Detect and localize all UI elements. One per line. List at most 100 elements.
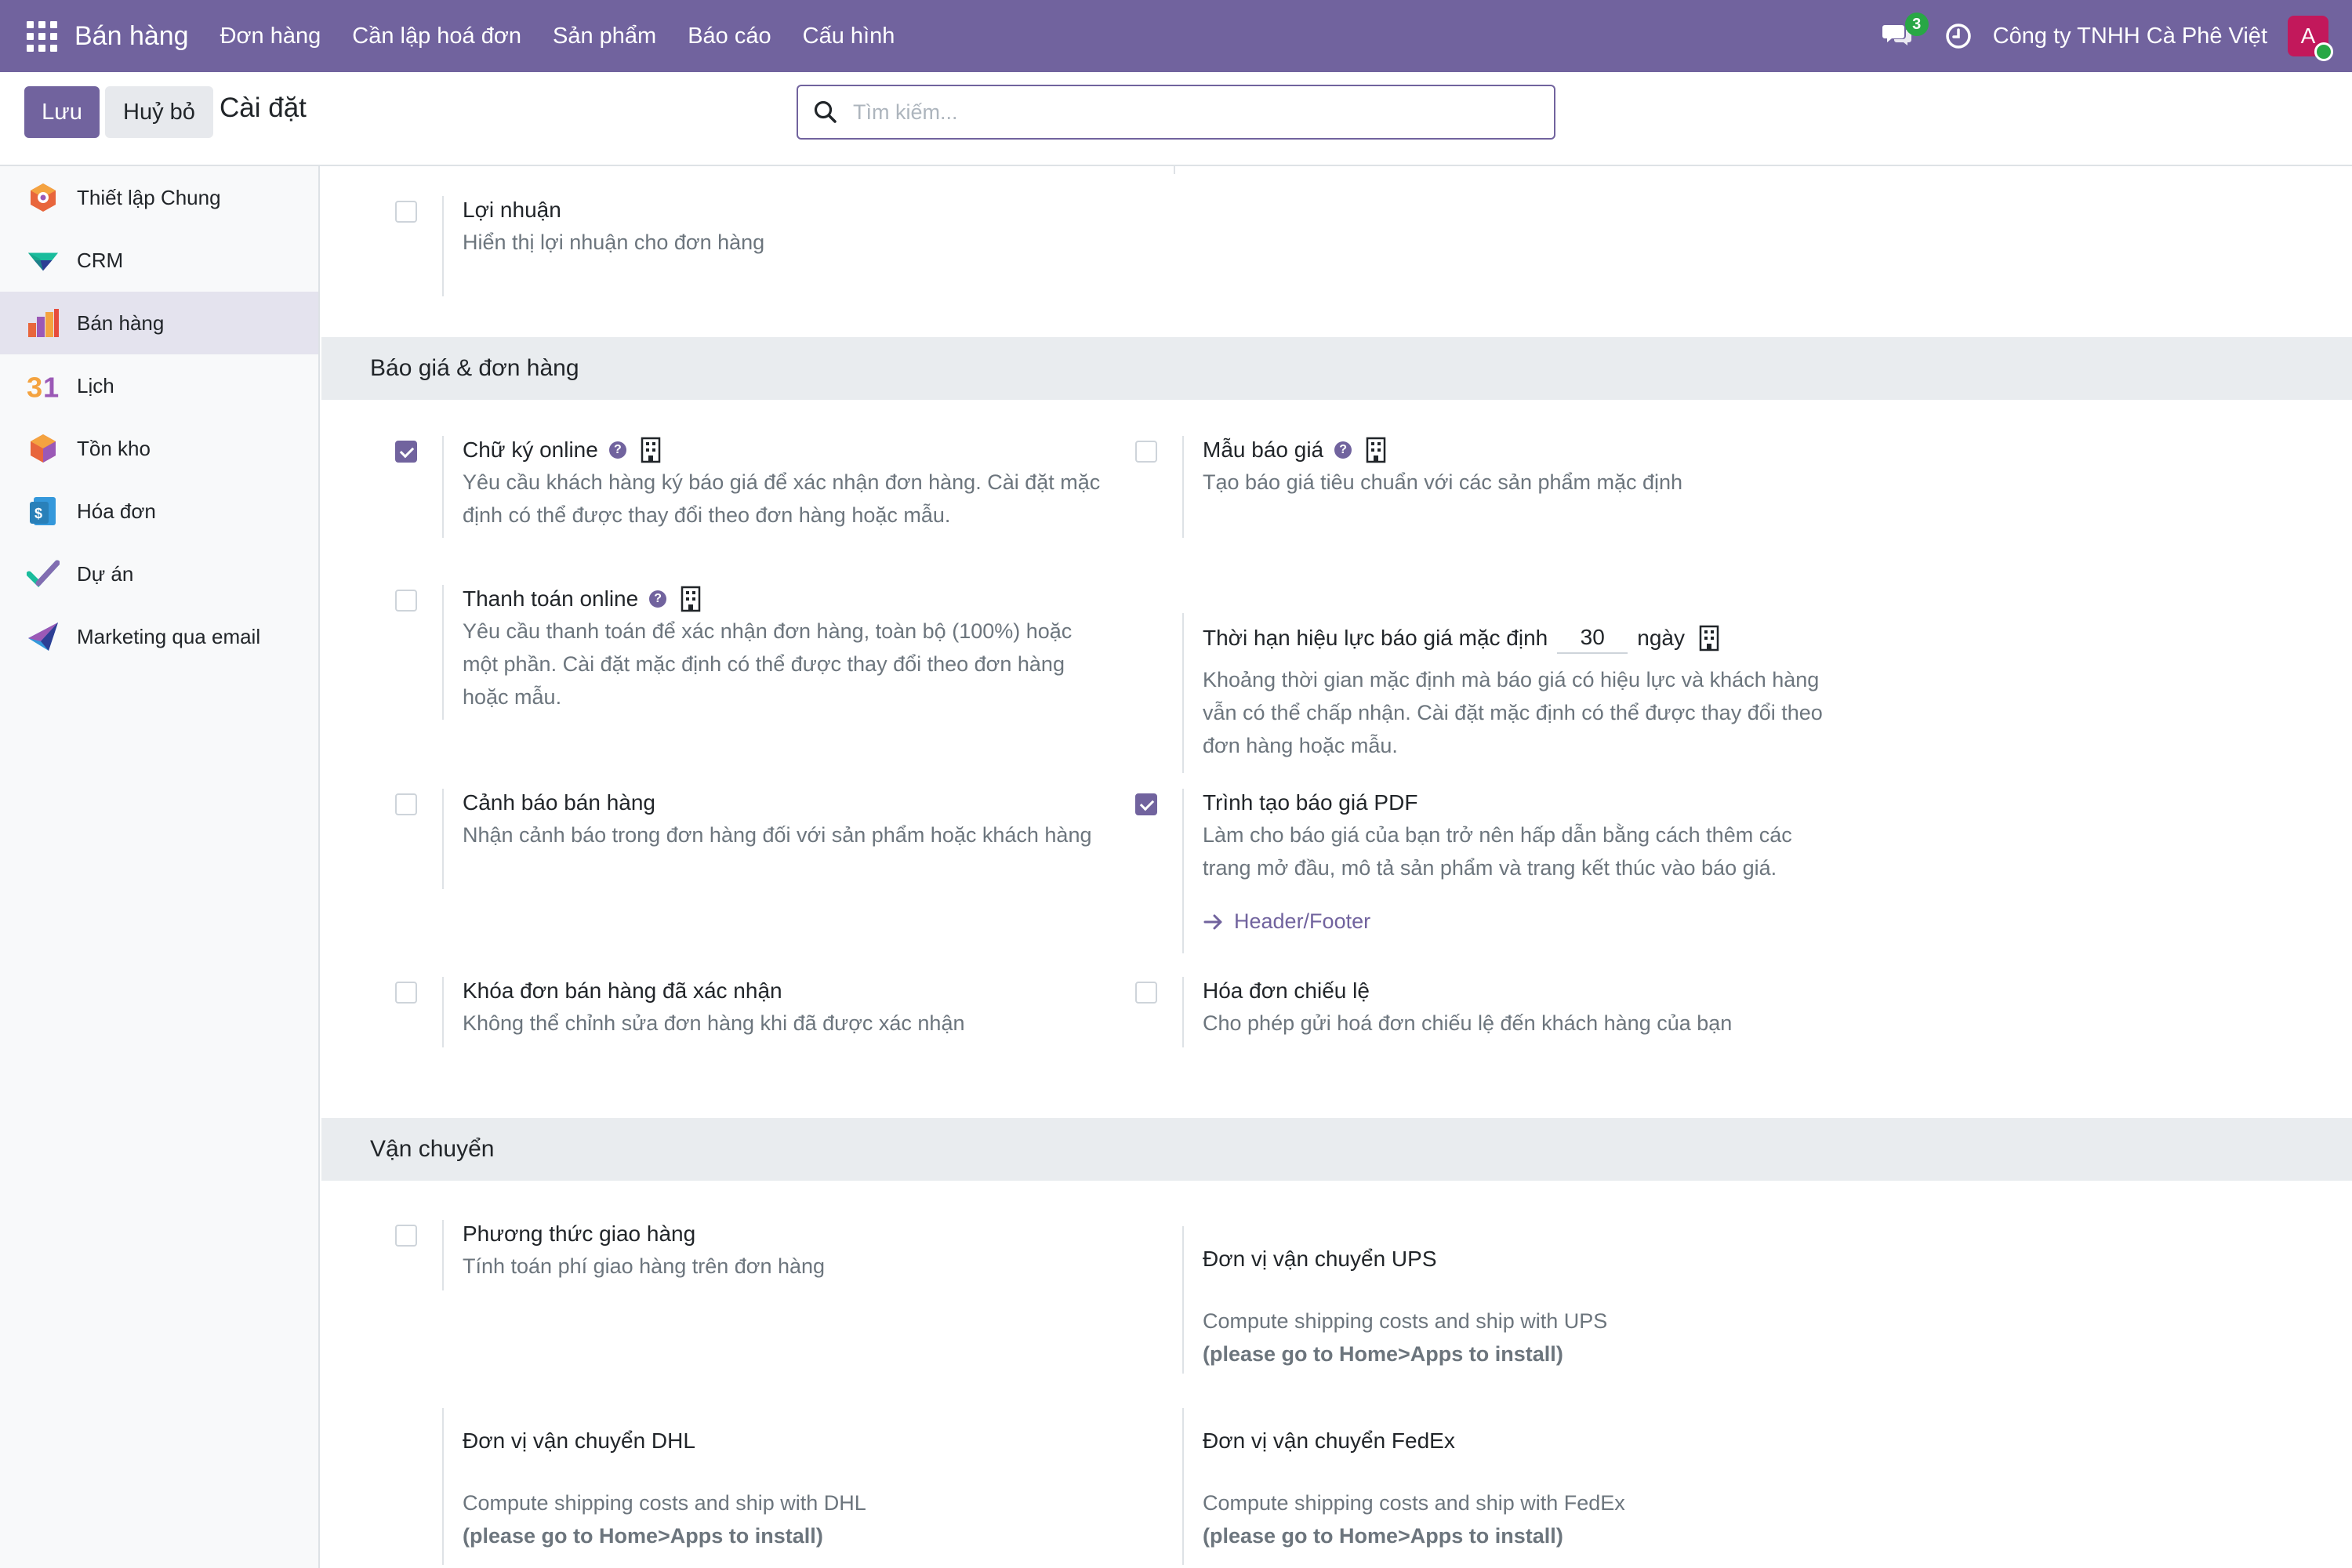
svg-text:$: $ (34, 506, 42, 521)
messages-icon[interactable]: 3 (1882, 13, 1929, 52)
sale-warnings-checkbox[interactable] (395, 793, 417, 815)
menu-products[interactable]: Sản phẩm (537, 24, 672, 49)
setting-description: Làm cho báo giá của bạn trở nên hấp dẫn … (1203, 823, 1792, 880)
arrow-right-icon (1203, 914, 1222, 929)
sidebar-item-sales[interactable]: Bán hàng (0, 292, 318, 354)
general-settings-icon (27, 181, 60, 214)
control-panel: Lưu Huỷ bỏ Cài đặt (0, 72, 2352, 166)
menu-orders[interactable]: Đơn hàng (205, 24, 337, 49)
setting-title: Hóa đơn chiếu lệ (1203, 978, 1370, 1003)
company-switcher[interactable]: Công ty TNHH Cà Phê Việt (1993, 24, 2267, 49)
inventory-icon (27, 432, 60, 465)
app-name[interactable]: Bán hàng (74, 21, 189, 52)
email-marketing-icon (27, 620, 60, 653)
sidebar-item-crm[interactable]: CRM (0, 229, 318, 292)
search-box[interactable] (797, 85, 1555, 140)
lock-orders-checkbox[interactable] (395, 982, 417, 1004)
setting-description: Tính toán phí giao hàng trên đơn hàng (463, 1254, 826, 1278)
settings-content: Lợi nhuận Hiển thị lợi nhuận cho đơn hàn… (321, 166, 2352, 1568)
user-avatar[interactable]: A (2288, 16, 2333, 61)
section-header-quotations: Báo giá & đơn hàng (321, 337, 2352, 400)
delivery-methods-checkbox[interactable] (395, 1225, 417, 1247)
setting-divider (1182, 1226, 1184, 1374)
setting-divider (1182, 789, 1184, 953)
header-footer-link[interactable]: Header/Footer (1203, 909, 1846, 934)
setting-title: Trình tạo báo giá PDF (1203, 790, 1418, 815)
help-icon[interactable]: ? (608, 441, 626, 459)
install-hint: (please go to Home>Apps to install) (463, 1524, 823, 1548)
company-building-icon (641, 437, 661, 463)
sidebar-item-label: Thiết lập Chung (77, 185, 221, 209)
sidebar-item-label: Lịch (77, 373, 114, 397)
sidebar-item-label: Tồn kho (77, 436, 151, 460)
pdf-quote-builder-checkbox[interactable] (1135, 793, 1157, 815)
svg-text:1: 1 (43, 371, 59, 401)
setting-divider (442, 977, 444, 1047)
setting-divider (1182, 613, 1184, 773)
proforma-checkbox[interactable] (1135, 982, 1157, 1004)
setting-divider (442, 585, 444, 720)
menu-configuration[interactable]: Cấu hình (787, 24, 911, 49)
sales-icon (27, 307, 60, 339)
online-status-dot (2314, 42, 2333, 61)
setting-divider (442, 1408, 444, 1565)
app-grid-icon[interactable] (26, 20, 57, 52)
activity-clock-icon[interactable] (1944, 22, 1973, 50)
sidebar-item-invoicing[interactable]: $ Hóa đơn (0, 480, 318, 543)
margins-checkbox[interactable] (395, 201, 417, 223)
sidebar-item-email-marketing[interactable]: Marketing qua email (0, 605, 318, 668)
sidebar-item-label: Dự án (77, 561, 134, 586)
setting-description: Compute shipping costs and ship with UPS (1203, 1309, 1608, 1333)
setting-title: Cảnh báo bán hàng (463, 790, 655, 815)
validity-days-input[interactable]: 30 (1557, 622, 1628, 654)
menu-to-invoice[interactable]: Cần lập hoá đơn (336, 24, 537, 49)
header-footer-link-label: Header/Footer (1234, 909, 1371, 933)
online-signature-checkbox[interactable] (395, 441, 417, 463)
svg-text:3: 3 (27, 371, 42, 401)
save-button[interactable]: Lưu (24, 86, 100, 138)
setting-title: Lợi nhuận (463, 198, 561, 222)
company-building-icon (681, 586, 701, 612)
invoicing-icon: $ (27, 495, 60, 528)
sidebar-item-label: Hóa đơn (77, 499, 156, 523)
setting-description: Tạo báo giá tiêu chuẩn với các sản phẩm … (1203, 470, 1683, 494)
crm-icon (27, 244, 60, 277)
setting-divider (442, 196, 444, 296)
quotation-templates-checkbox[interactable] (1135, 441, 1157, 463)
setting-divider (1182, 436, 1184, 538)
setting-description: Yêu cầu khách hàng ký báo giá để xác nhậ… (463, 470, 1101, 527)
setting-description: Yêu cầu thanh toán để xác nhận đơn hàng,… (463, 619, 1073, 709)
setting-divider (442, 789, 444, 889)
install-hint: (please go to Home>Apps to install) (1203, 1342, 1563, 1366)
online-payment-checkbox[interactable] (395, 590, 417, 612)
setting-title: Đơn vị vận chuyển DHL (463, 1428, 695, 1453)
avatar-letter: A (2300, 24, 2316, 48)
sidebar-item-calendar[interactable]: 3 1 Lịch (0, 354, 318, 417)
setting-description: Nhận cảnh báo trong đơn hàng đối với sản… (463, 823, 1092, 847)
sidebar-item-label: CRM (77, 248, 124, 272)
setting-description: Compute shipping costs and ship with Fed… (1203, 1491, 1625, 1515)
help-icon[interactable]: ? (1334, 441, 1352, 459)
menu-reporting[interactable]: Báo cáo (672, 24, 786, 49)
company-building-icon (1366, 437, 1386, 463)
setting-divider (1182, 977, 1184, 1047)
setting-title: Phương thức giao hàng (463, 1221, 696, 1246)
setting-divider (1182, 1408, 1184, 1565)
section-header-shipping: Vận chuyển (321, 1118, 2352, 1181)
setting-description: Không thể chỉnh sửa đơn hàng khi đã được… (463, 1011, 965, 1035)
setting-title: Thời hạn hiệu lực báo giá mặc định (1203, 626, 1548, 650)
sidebar-item-label: Bán hàng (77, 310, 165, 335)
setting-description: Compute shipping costs and ship with DHL (463, 1491, 866, 1515)
page-title: Cài đặt (220, 93, 307, 123)
sidebar-item-inventory[interactable]: Tồn kho (0, 417, 318, 480)
setting-divider (442, 1220, 444, 1290)
column-divider (1174, 166, 1175, 174)
sidebar-item-project[interactable]: Dự án (0, 543, 318, 605)
project-icon (27, 557, 60, 590)
sidebar-item-general-settings[interactable]: Thiết lập Chung (0, 166, 318, 229)
discard-button[interactable]: Huỷ bỏ (105, 86, 213, 138)
setting-title: Khóa đơn bán hàng đã xác nhận (463, 978, 782, 1003)
setting-title: Đơn vị vận chuyển UPS (1203, 1247, 1437, 1271)
search-input[interactable] (853, 100, 1554, 125)
help-icon[interactable]: ? (649, 590, 667, 608)
